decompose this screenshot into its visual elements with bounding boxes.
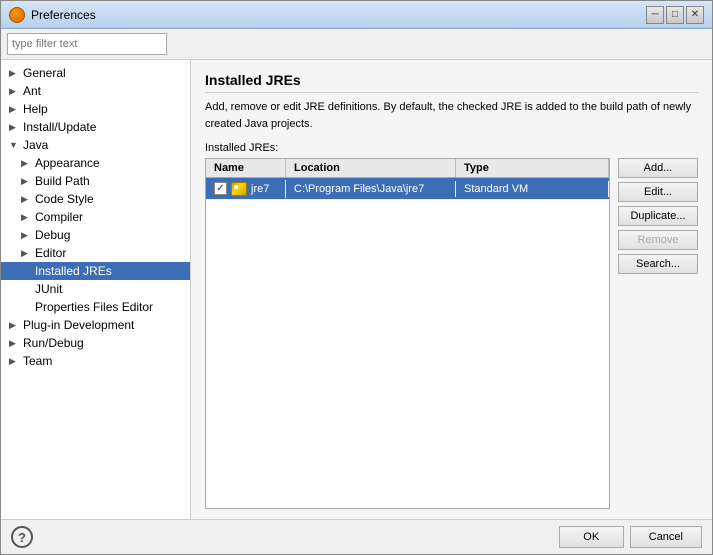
col-location: Location [286, 159, 456, 177]
right-panel: Installed JREs Add, remove or edit JRE d… [191, 60, 712, 519]
sidebar-item-label: Java [23, 138, 186, 152]
sidebar-item-properties-files-editor[interactable]: Properties Files Editor [1, 298, 190, 316]
sidebar-item-help[interactable]: ▶Help [1, 100, 190, 118]
sidebar-item-installed-jres[interactable]: Installed JREs [1, 262, 190, 280]
col-type: Type [456, 159, 609, 177]
cell-name: ✓ jre7 [206, 180, 286, 198]
sidebar-item-java[interactable]: ▼Java [1, 136, 190, 154]
bottom-left: ? [11, 526, 33, 548]
content-row: Name Location Type ✓ jre7 C:\Pr [205, 158, 698, 509]
sidebar-item-label: Installed JREs [35, 264, 186, 278]
jre-table: Name Location Type ✓ jre7 C:\Pr [205, 158, 610, 509]
ok-button[interactable]: OK [559, 526, 624, 548]
sidebar-item-label: Install/Update [23, 120, 186, 134]
table-row[interactable]: ✓ jre7 C:\Program Files\Java\jre7 Standa… [206, 178, 609, 200]
window-title: Preferences [31, 8, 96, 22]
tree-arrow-icon: ▶ [9, 320, 21, 331]
sidebar-item-label: Plug-in Development [23, 318, 186, 332]
sidebar-item-editor[interactable]: ▶Editor [1, 244, 190, 262]
help-icon[interactable]: ? [11, 526, 33, 548]
cell-type: Standard VM [456, 181, 609, 197]
sidebar-item-install-update[interactable]: ▶Install/Update [1, 118, 190, 136]
tree-arrow-icon: ▼ [9, 140, 21, 150]
sidebar-item-code-style[interactable]: ▶Code Style [1, 190, 190, 208]
panel-title: Installed JREs [205, 72, 698, 93]
jre-name: jre7 [251, 183, 269, 195]
sidebar-item-label: Code Style [35, 192, 186, 206]
edit-button[interactable]: Edit... [618, 182, 698, 202]
tree-arrow-icon: ▶ [9, 68, 21, 79]
sidebar-item-label: Compiler [35, 210, 186, 224]
sidebar-item-label: Appearance [35, 156, 186, 170]
tree-arrow-icon: ▶ [9, 86, 21, 97]
tree-arrow-icon: ▶ [9, 104, 21, 115]
sidebar-item-label: Team [23, 354, 186, 368]
tree-arrow-icon: ▶ [21, 248, 33, 259]
sidebar-item-label: JUnit [35, 282, 186, 296]
sidebar-item-plugin-development[interactable]: ▶Plug-in Development [1, 316, 190, 334]
table-body: ✓ jre7 C:\Program Files\Java\jre7 Standa… [206, 178, 609, 508]
sidebar-item-build-path[interactable]: ▶Build Path [1, 172, 190, 190]
sidebar-item-label: Properties Files Editor [35, 300, 186, 314]
sidebar-item-debug[interactable]: ▶Debug [1, 226, 190, 244]
tree-arrow-icon: ▶ [21, 176, 33, 187]
title-bar: Preferences ─ □ ✕ [1, 1, 712, 29]
sidebar-item-label: General [23, 66, 186, 80]
maximize-button[interactable]: □ [666, 6, 684, 24]
jre-type: Standard VM [464, 183, 528, 195]
duplicate-button[interactable]: Duplicate... [618, 206, 698, 226]
minimize-button[interactable]: ─ [646, 6, 664, 24]
remove-button[interactable]: Remove [618, 230, 698, 250]
sidebar-item-team[interactable]: ▶Team [1, 352, 190, 370]
tree-arrow-icon: ▶ [21, 194, 33, 205]
sidebar-item-label: Debug [35, 228, 186, 242]
jre-icon [231, 182, 247, 196]
title-bar-left: Preferences [9, 7, 96, 23]
bottom-right: OK Cancel [559, 526, 702, 548]
sidebar-item-ant[interactable]: ▶Ant [1, 82, 190, 100]
table-header: Name Location Type [206, 159, 609, 178]
cell-location: C:\Program Files\Java\jre7 [286, 181, 456, 197]
add-button[interactable]: Add... [618, 158, 698, 178]
app-icon [9, 7, 25, 23]
panel-description: Add, remove or edit JRE definitions. By … [205, 99, 698, 132]
sidebar-item-label: Build Path [35, 174, 186, 188]
table-label: Installed JREs: [205, 142, 698, 154]
sidebar: ▶General▶Ant▶Help▶Install/Update▼Java▶Ap… [1, 60, 191, 519]
action-buttons: Add... Edit... Duplicate... Remove Searc… [618, 158, 698, 509]
sidebar-item-appearance[interactable]: ▶Appearance [1, 154, 190, 172]
main-content: ▶General▶Ant▶Help▶Install/Update▼Java▶Ap… [1, 60, 712, 519]
sidebar-item-general[interactable]: ▶General [1, 64, 190, 82]
filter-input[interactable] [7, 33, 167, 55]
jre-location: C:\Program Files\Java\jre7 [294, 183, 424, 195]
search-button[interactable]: Search... [618, 254, 698, 274]
window-controls: ─ □ ✕ [646, 6, 704, 24]
toolbar [1, 29, 712, 60]
tree-arrow-icon: ▶ [21, 230, 33, 241]
tree-arrow-icon: ▶ [9, 338, 21, 349]
sidebar-item-compiler[interactable]: ▶Compiler [1, 208, 190, 226]
sidebar-item-label: Editor [35, 246, 186, 260]
sidebar-item-run-debug[interactable]: ▶Run/Debug [1, 334, 190, 352]
cancel-button[interactable]: Cancel [630, 526, 702, 548]
sidebar-item-label: Ant [23, 84, 186, 98]
tree-arrow-icon: ▶ [9, 356, 21, 367]
close-button[interactable]: ✕ [686, 6, 704, 24]
sidebar-item-junit[interactable]: JUnit [1, 280, 190, 298]
preferences-window: Preferences ─ □ ✕ ▶General▶Ant▶Help▶Inst… [0, 0, 713, 555]
bottom-bar: ? OK Cancel [1, 519, 712, 554]
row-checkbox[interactable]: ✓ [214, 182, 227, 195]
tree-arrow-icon: ▶ [21, 212, 33, 223]
col-name: Name [206, 159, 286, 177]
tree-arrow-icon: ▶ [9, 122, 21, 133]
sidebar-item-label: Help [23, 102, 186, 116]
tree-arrow-icon: ▶ [21, 158, 33, 169]
sidebar-item-label: Run/Debug [23, 336, 186, 350]
